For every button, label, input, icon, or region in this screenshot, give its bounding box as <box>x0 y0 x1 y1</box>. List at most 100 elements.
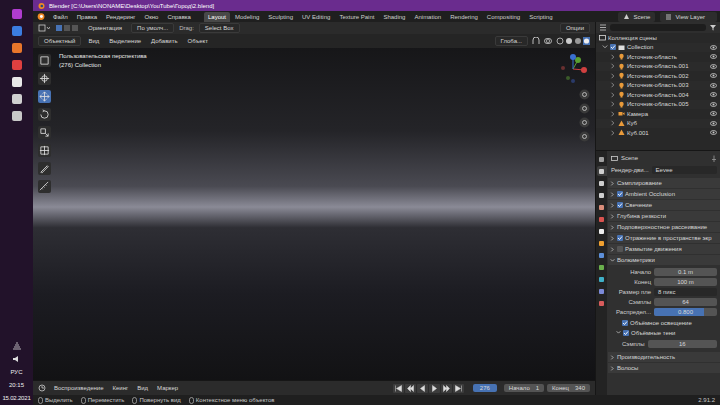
tool-button[interactable] <box>38 126 51 139</box>
language-indicator[interactable]: РУС <box>10 368 22 376</box>
expand-icon[interactable] <box>610 54 616 60</box>
properties-tab[interactable] <box>597 226 607 236</box>
tool-button[interactable] <box>38 162 51 175</box>
timeline-menu[interactable]: Кеинг <box>110 384 132 392</box>
properties-tab[interactable] <box>597 250 607 260</box>
visibility-icon[interactable] <box>710 73 717 78</box>
nav-button-icon[interactable] <box>579 89 590 100</box>
panel-header[interactable]: Волюметрики <box>608 255 720 265</box>
viewport-menu[interactable]: Объект <box>185 37 211 45</box>
tool-button[interactable] <box>38 54 51 67</box>
tool-button[interactable] <box>38 144 51 157</box>
timeline-menu[interactable]: Маркер <box>154 384 181 392</box>
playback-icon[interactable] <box>453 384 464 393</box>
expand-icon[interactable] <box>610 225 615 230</box>
workspace-tab[interactable]: Animation <box>410 12 445 22</box>
expand-icon[interactable] <box>610 247 615 252</box>
playback-icon[interactable] <box>441 384 452 393</box>
expand-icon[interactable] <box>616 330 621 335</box>
outliner-item[interactable]: Источник-область.002 <box>596 71 720 81</box>
tool-button[interactable] <box>38 90 51 103</box>
snap-icon[interactable] <box>532 37 540 45</box>
overlays-icon[interactable] <box>544 37 552 45</box>
properties-tab[interactable] <box>597 166 607 176</box>
expand-icon[interactable] <box>602 44 608 50</box>
panel-header[interactable]: Отражение в пространстве экр <box>608 233 720 243</box>
expand-icon[interactable] <box>610 258 615 263</box>
outliner-item[interactable]: Источник-область.004 <box>596 90 720 100</box>
visibility-icon[interactable] <box>710 111 717 116</box>
expand-icon[interactable] <box>610 355 615 360</box>
timeline-menu[interactable]: Воспроизведение <box>51 384 107 392</box>
menu-item[interactable]: Файл <box>49 13 72 21</box>
viewport-menu[interactable]: Добавить <box>148 37 181 45</box>
workspace-tab[interactable]: Compositing <box>483 12 524 22</box>
timeline-editor-icon[interactable] <box>38 384 48 392</box>
collection-checkbox[interactable] <box>610 44 616 50</box>
visibility-icon[interactable] <box>710 121 717 126</box>
menu-item[interactable]: Правка <box>73 13 101 21</box>
number-field[interactable]: 100 m <box>654 278 717 286</box>
panel-checkbox[interactable] <box>617 246 623 252</box>
visibility-icon[interactable] <box>710 64 717 69</box>
options-dropdown[interactable]: Опции <box>560 23 590 33</box>
expand-icon[interactable] <box>610 111 616 117</box>
end-frame-field[interactable]: Конец340 <box>547 384 590 392</box>
shading-modes-icon[interactable] <box>556 37 590 45</box>
app-icon[interactable] <box>11 8 23 20</box>
panel-checkbox[interactable] <box>617 191 623 197</box>
number-field[interactable]: 16 <box>648 340 717 348</box>
playback-icon[interactable] <box>417 384 428 393</box>
outliner-item[interactable]: Источник-область <box>596 52 720 62</box>
panel-header[interactable]: Волосы <box>608 363 720 373</box>
properties-tab[interactable] <box>597 298 607 308</box>
playback-icon[interactable] <box>405 384 416 393</box>
outliner-item[interactable]: Источник-область.005 <box>596 100 720 110</box>
3d-viewport[interactable]: ОбъектныйВидВыделениеДобавитьОбъектГлоба… <box>33 34 595 380</box>
expand-icon[interactable] <box>610 82 616 88</box>
menu-item[interactable]: Рендеринг <box>102 13 139 21</box>
expand-icon[interactable] <box>610 236 615 241</box>
visibility-icon[interactable] <box>710 45 717 50</box>
app-icon[interactable] <box>11 25 23 37</box>
panel-header[interactable]: Ambient Occlusion <box>608 189 720 199</box>
dropdown-field[interactable]: 8 пикс <box>654 288 717 296</box>
orientation-dropdown[interactable]: По умолч... <box>131 23 174 33</box>
option-checkbox[interactable] <box>622 320 628 326</box>
properties-tab[interactable] <box>597 202 607 212</box>
workspace-tab[interactable]: Scripting <box>525 12 556 22</box>
workspace-tab[interactable]: Texture Paint <box>335 12 378 22</box>
panel-header[interactable]: Глубина резкости <box>608 211 720 221</box>
clock-time[interactable]: 20:15 <box>9 381 24 389</box>
app-icon[interactable] <box>11 76 23 88</box>
visibility-icon[interactable] <box>710 54 717 59</box>
panel-header[interactable]: Свечение <box>608 200 720 210</box>
network-icon[interactable] <box>12 342 22 350</box>
number-field[interactable]: 0.1 m <box>654 268 717 276</box>
nav-button-icon[interactable] <box>579 117 590 128</box>
expand-icon[interactable] <box>610 366 615 371</box>
select-mode-icon[interactable] <box>55 24 79 32</box>
properties-tab[interactable] <box>597 178 607 188</box>
expand-icon[interactable] <box>610 203 615 208</box>
expand-icon[interactable] <box>610 214 615 219</box>
timeline-menu[interactable]: Вид <box>134 384 151 392</box>
filter-icon[interactable] <box>709 24 717 31</box>
panel-header[interactable]: Сэмплирование <box>608 178 720 188</box>
expand-icon[interactable] <box>610 73 616 79</box>
start-frame-field[interactable]: Начало1 <box>504 384 544 392</box>
playback-icon[interactable] <box>429 384 440 393</box>
menu-item[interactable]: Справка <box>163 13 195 21</box>
properties-tab[interactable] <box>597 274 607 284</box>
outliner-search[interactable] <box>610 24 706 31</box>
slider-field[interactable]: 0.800 <box>654 308 717 316</box>
workspace-tab[interactable]: Sculpting <box>264 12 297 22</box>
drag-dropdown[interactable]: Select Box <box>199 23 240 33</box>
expand-icon[interactable] <box>610 120 616 126</box>
expand-icon[interactable] <box>610 130 616 136</box>
expand-icon[interactable] <box>610 101 616 107</box>
outliner-item[interactable]: Источник-область.001 <box>596 62 720 72</box>
panel-checkbox[interactable] <box>617 235 623 241</box>
panel-header[interactable]: Размытие движения <box>608 244 720 254</box>
properties-tab[interactable] <box>597 154 607 164</box>
